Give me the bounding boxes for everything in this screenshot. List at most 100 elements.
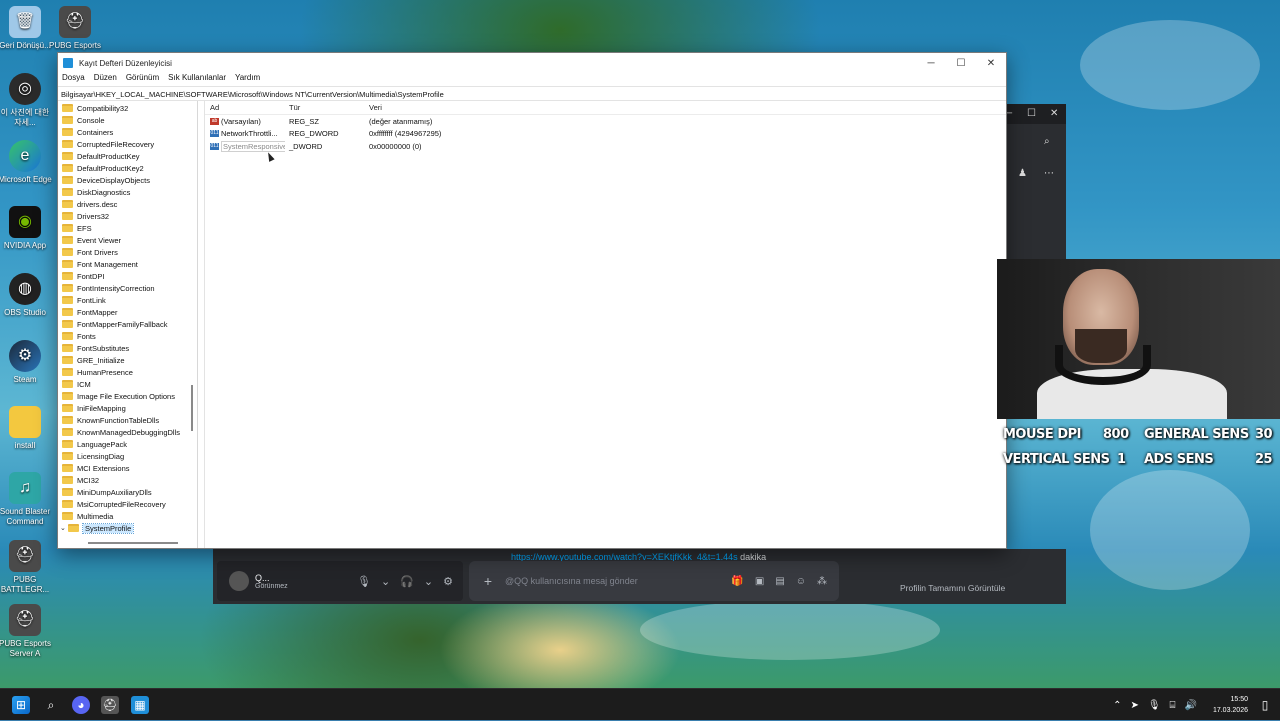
microphone-icon[interactable]: 🎙	[357, 575, 371, 588]
minimize-button[interactable]: ─	[916, 53, 946, 73]
gif-icon[interactable]: ▣	[755, 576, 764, 587]
menu-favorites[interactable]: Sık Kullanılanlar	[168, 73, 226, 86]
avatar[interactable]	[229, 571, 249, 591]
menu-file[interactable]: Dosya	[62, 73, 85, 86]
expand-chevron-icon[interactable]: ⌄	[60, 524, 68, 532]
gift-icon[interactable]: 🎁	[731, 576, 743, 587]
tree-item[interactable]: Image File Execution Options	[62, 390, 180, 402]
desktop-icon-obs[interactable]: ◍ OBS Studio	[0, 273, 53, 318]
column-header-name[interactable]: Ad	[205, 103, 285, 112]
tree-horizontal-scrollbar[interactable]	[88, 542, 178, 544]
tree-item[interactable]: Font Management	[62, 258, 180, 270]
maximize-button[interactable]: ☐	[946, 53, 976, 73]
tree-item[interactable]: FontLink	[62, 294, 180, 306]
value-name-cell[interactable]: 011 NetworkThrottli...	[205, 129, 285, 138]
value-name-cell[interactable]: ab (Varsayılan)	[205, 117, 285, 126]
tree-item[interactable]: MiniDumpAuxiliaryDlls	[62, 486, 180, 498]
tree-item[interactable]: Event Viewer	[62, 234, 180, 246]
value-name-cell[interactable]: 011SystemResponsiveness	[205, 140, 285, 152]
volume-icon[interactable]: 🔊	[1185, 700, 1197, 711]
tree-item[interactable]: ICM	[62, 378, 180, 390]
tree-item[interactable]: DefaultProductKey	[62, 150, 180, 162]
tree-vertical-scrollbar[interactable]	[191, 385, 193, 431]
tree-item[interactable]: CorruptedFileRecovery	[62, 138, 180, 150]
tree-item[interactable]: Font Drivers	[62, 246, 180, 258]
tree-item[interactable]: FontMapperFamilyFallback	[62, 318, 180, 330]
headphones-icon[interactable]: 🎧	[400, 575, 414, 588]
message-input[interactable]: + @QQ kullanıcısına mesaj gönder 🎁 ▣ ▤ ☺…	[469, 561, 839, 601]
telegram-icon[interactable]: ➤	[1130, 700, 1138, 711]
tree-item[interactable]: Containers	[62, 126, 180, 138]
tree-item[interactable]: HumanPresence	[62, 366, 180, 378]
sticker-icon[interactable]: ▤	[775, 576, 784, 587]
desktop-icon-steam[interactable]: ⚙ Steam	[0, 340, 53, 385]
tree-item[interactable]: GRE_Initialize	[62, 354, 180, 366]
search-icon[interactable]: ⌕	[42, 696, 60, 714]
value-row[interactable]: ab (Varsayılan) REG_SZ (değer atanmamış)	[205, 115, 1006, 128]
chevron-up-icon[interactable]: ⌃	[1113, 700, 1121, 711]
clock[interactable]: 15:50 17.03.2026	[1213, 694, 1248, 716]
tree-item[interactable]: FontDPI	[62, 270, 180, 282]
menu-edit[interactable]: Düzen	[94, 73, 117, 86]
tree-item[interactable]: Multimedia	[62, 510, 180, 522]
value-row[interactable]: 011SystemResponsiveness _DWORD 0x00000000 …	[205, 140, 1006, 153]
desktop-icon-install[interactable]: install	[0, 406, 53, 451]
tree-item[interactable]: MCI Extensions	[62, 462, 180, 474]
tree-item[interactable]: Console	[62, 114, 180, 126]
tree-item[interactable]: IniFileMapping	[62, 402, 180, 414]
tree-item[interactable]: LanguagePack	[62, 438, 180, 450]
value-row[interactable]: 011 NetworkThrottli... REG_DWORD 0xffffffff…	[205, 128, 1006, 141]
tree-item[interactable]: drivers.desc	[62, 198, 180, 210]
chevron-down-icon[interactable]: ⌄	[424, 575, 433, 588]
tree-item[interactable]: MsiCorruptedFileRecovery	[62, 498, 180, 510]
maximize-icon[interactable]: ☐	[1027, 108, 1036, 119]
close-button[interactable]: ✕	[976, 53, 1006, 73]
emoji-icon[interactable]: ☺	[796, 576, 806, 587]
rename-input[interactable]: SystemResponsiveness	[221, 140, 285, 152]
microphone-icon[interactable]: 🎙	[1148, 700, 1161, 711]
add-attachment-icon[interactable]: +	[481, 573, 495, 589]
menu-view[interactable]: Görünüm	[126, 73, 159, 86]
menu-help[interactable]: Yardım	[235, 73, 260, 86]
desktop-icon-sound-blaster[interactable]: ♫ Sound Blaster Command	[0, 472, 53, 527]
search-icon[interactable]: ⌕	[1044, 136, 1050, 147]
tree-item[interactable]: FontIntensityCorrection	[62, 282, 180, 294]
start-windows-icon[interactable]: ⊞	[12, 696, 30, 714]
desktop-icon-pubg-esports[interactable]: ⛑ PUBG Esports	[47, 6, 103, 51]
regedit-taskbar-icon[interactable]: ▦	[131, 696, 149, 714]
desktop-icon-photo-info[interactable]: ◎ 이 사진에 대한 자세...	[0, 73, 53, 128]
tree-item[interactable]: EFS	[62, 222, 180, 234]
window-titlebar[interactable]: Kayıt Defteri Düzenleyicisi ─ ☐ ✕	[58, 53, 1006, 73]
tree-item[interactable]: MCI32	[62, 474, 180, 486]
tree-item[interactable]: FontMapper	[62, 306, 180, 318]
desktop-icon-recycle-bin[interactable]: 🗑 Geri Dönüşü...	[0, 6, 53, 51]
tree-item[interactable]: DeviceDisplayObjects	[62, 174, 180, 186]
tree-item[interactable]: DefaultProductKey2	[62, 162, 180, 174]
tree-item[interactable]: KnownManagedDebuggingDlls	[62, 426, 180, 438]
view-full-profile-link[interactable]: Profilin Tamamını Görüntüle	[900, 583, 1005, 593]
tree-item[interactable]: Compatibility32	[62, 102, 180, 114]
notifications-icon[interactable]: ▯	[1256, 696, 1274, 714]
tree-item-selected[interactable]: ⌄ SystemProfile	[60, 522, 180, 534]
address-bar[interactable]: Bilgisayar\HKEY_LOCAL_MACHINE\SOFTWARE\M…	[58, 86, 1006, 101]
apps-icon[interactable]: ⁂	[817, 576, 827, 587]
chevron-down-icon[interactable]: ⌄	[381, 575, 390, 588]
network-icon[interactable]: ⌸	[1170, 700, 1176, 711]
desktop-icon-nvidia[interactable]: ◉ NVIDIA App	[0, 206, 53, 251]
tree-item[interactable]: LicensingDiag	[62, 450, 180, 462]
desktop-icon-edge[interactable]: e Microsoft Edge	[0, 140, 53, 185]
tree-item[interactable]: DiskDiagnostics	[62, 186, 180, 198]
settings-gear-icon[interactable]: ⚙	[443, 575, 453, 588]
tree-item[interactable]: Drivers32	[62, 210, 180, 222]
column-header-data[interactable]: Veri	[365, 103, 382, 112]
more-options-icon[interactable]: ⋯	[1044, 168, 1054, 179]
close-icon[interactable]: ✕	[1050, 108, 1058, 119]
desktop-icon-pubg-battlegrounds[interactable]: ⛑ PUBG BATTLEGR...	[0, 540, 53, 595]
column-header-type[interactable]: Tür	[285, 103, 365, 112]
tree-item[interactable]: KnownFunctionTableDlls	[62, 414, 180, 426]
tree-item[interactable]: Fonts	[62, 330, 180, 342]
pubg-taskbar-icon[interactable]: ⛑	[101, 696, 119, 714]
discord-taskbar-icon[interactable]: ◕	[72, 696, 90, 714]
tree-item[interactable]: FontSubstitutes	[62, 342, 180, 354]
desktop-icon-pubg-esports-server[interactable]: ⛑ PUBG Esports Server A	[0, 604, 53, 659]
